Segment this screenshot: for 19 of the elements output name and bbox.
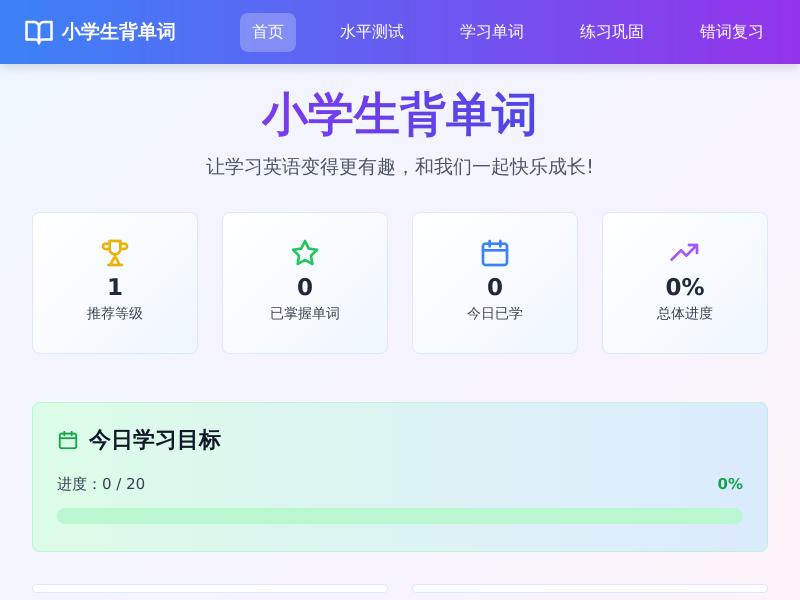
stat-label: 已掌握单词: [270, 305, 340, 323]
nav-tab[interactable]: 学习单词: [448, 12, 536, 52]
app-logo-text: 小学生背单词: [62, 20, 176, 45]
nav-tab[interactable]: 首页: [240, 12, 296, 52]
stat-value: 1: [106, 275, 123, 301]
progress-percent: 0%: [718, 475, 743, 494]
progress-count: 进度：0 / 20: [57, 475, 146, 494]
stat-label: 总体进度: [657, 305, 713, 323]
page-subtitle: 让学习英语变得更有趣，和我们一起快乐成长!: [206, 155, 594, 180]
stat-value: 0: [486, 275, 503, 301]
nav-tab[interactable]: 错词复习: [688, 12, 776, 52]
stat-value: 0: [296, 275, 313, 301]
nav-tab[interactable]: 练习巩固: [568, 12, 656, 52]
nav-tab[interactable]: 水平测试: [328, 12, 416, 52]
stat-label: 今日已学: [467, 305, 523, 323]
calendar-icon: [57, 429, 79, 451]
stat-label: 推荐等级: [87, 305, 143, 323]
stat-value: 0%: [665, 275, 705, 301]
goal-title: 今日学习目标: [89, 427, 221, 455]
